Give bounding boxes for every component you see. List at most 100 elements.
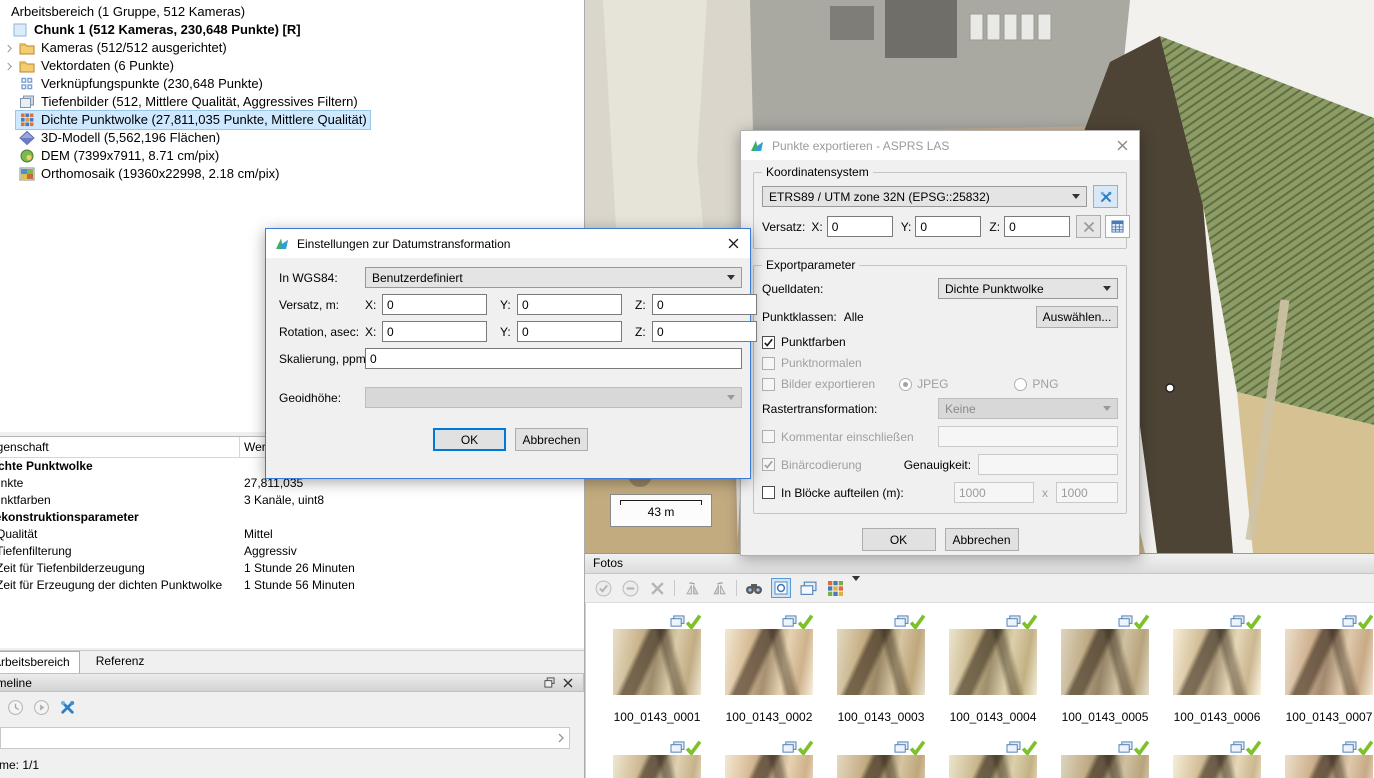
tree-item-tie-points[interactable]: Verknüpfungspunkte (230,648 Punkte) xyxy=(0,75,584,93)
close-icon[interactable] xyxy=(716,229,750,258)
photos-panel-title: Fotos xyxy=(585,554,1374,574)
photo-thumbnail[interactable]: 100_0143_0003 xyxy=(837,603,949,725)
split-blocks-checkbox[interactable] xyxy=(762,486,775,499)
source-data-label: Quelldaten: xyxy=(762,282,823,296)
photo-thumbnail[interactable] xyxy=(1285,729,1374,778)
tree-item-depth-maps[interactable]: Tiefenbilder (512, Mittlere Qualität, Ag… xyxy=(0,93,584,111)
datum-transformation-dialog: Einstellungen zur Datumstransformation I… xyxy=(265,228,751,479)
tab-arbeitsbereich[interactable]: Arbeitsbereich xyxy=(0,651,80,673)
rotation-y-input[interactable] xyxy=(517,321,622,342)
tree-item-cameras[interactable]: Kameras (512/512 ausgerichtet) xyxy=(0,39,584,57)
photo-thumbnail[interactable]: 100_0143_0005 xyxy=(1061,603,1173,725)
depth-map-badge-icon xyxy=(1118,741,1133,754)
close-icon[interactable] xyxy=(1105,131,1139,160)
photo-thumbnail[interactable]: 100_0143_0004 xyxy=(949,603,1061,725)
photo-thumbnail[interactable] xyxy=(1061,729,1173,778)
cancel-button[interactable]: Abbrechen xyxy=(515,428,588,451)
timeline-track[interactable] xyxy=(0,727,570,749)
photo-thumbnail[interactable] xyxy=(725,729,837,778)
chunk-label: Chunk 1 (512 Kameras, 230,648 Punkte) [R… xyxy=(34,21,301,39)
remove-camera-icon xyxy=(647,578,667,598)
view-photos-toggle-icon[interactable] xyxy=(771,578,791,598)
property-row: Zeit für Tiefenbilderzeugung1 Stunde 26 … xyxy=(0,560,584,577)
datum-dialog-titlebar[interactable]: Einstellungen zur Datumstransformation xyxy=(266,229,750,258)
tree-item-orthomosaic[interactable]: Orthomosaik (19360x22998, 2.18 cm/pix) xyxy=(0,165,584,183)
split-separator: x xyxy=(1042,486,1048,500)
crs-settings-button[interactable] xyxy=(1093,185,1118,208)
photo-image xyxy=(1173,629,1261,695)
select-classes-button[interactable]: Auswählen... xyxy=(1036,306,1118,328)
clock-icon xyxy=(6,698,25,717)
offset-z-input[interactable] xyxy=(652,294,757,315)
offset-y-input[interactable] xyxy=(517,294,622,315)
folder-icon xyxy=(19,59,35,73)
crs-select[interactable]: ETRS89 / UTM zone 32N (EPSG::25832) xyxy=(762,186,1087,207)
orthomosaic-icon xyxy=(19,167,35,181)
photo-image xyxy=(1061,629,1149,695)
y-label: Y: xyxy=(500,325,517,339)
tree-item-3d-model[interactable]: 3D-Modell (5,562,196 Flächen) xyxy=(0,129,584,147)
close-panel-icon[interactable] xyxy=(563,678,573,688)
chevron-right-icon[interactable] xyxy=(557,732,565,744)
offset-y-input[interactable] xyxy=(915,216,981,237)
photo-thumbnail[interactable]: 100_0143_0002 xyxy=(725,603,837,725)
include-comment-checkbox xyxy=(762,430,775,443)
point-colors-checkbox[interactable] xyxy=(762,336,775,349)
datum-dialog-title: Einstellungen zur Datumstransformation xyxy=(297,237,716,251)
photo-thumbnail[interactable]: 100_0143_0001 xyxy=(613,603,725,725)
photo-thumbnail[interactable]: 100_0143_0007 xyxy=(1285,603,1374,725)
aligned-check-icon xyxy=(1245,740,1262,755)
wgs84-select[interactable]: Benutzerdefiniert xyxy=(365,267,742,288)
photo-thumbnail[interactable] xyxy=(613,729,725,778)
photo-thumbnail[interactable] xyxy=(1173,729,1285,778)
photo-thumbnail[interactable] xyxy=(949,729,1061,778)
cancel-button[interactable]: Abbrechen xyxy=(945,528,1019,551)
raster-transform-label: Rastertransformation: xyxy=(762,402,877,416)
depth-map-badge-icon xyxy=(894,741,909,754)
offset-x-input[interactable] xyxy=(827,216,893,237)
tree-item-chunk[interactable]: Chunk 1 (512 Kameras, 230,648 Punkte) [R… xyxy=(0,21,584,39)
split-blocks-label: In Blöcke aufteilen (m): xyxy=(781,486,904,500)
details-view-icon[interactable] xyxy=(798,578,818,598)
timeline-settings-icon[interactable] xyxy=(58,698,77,717)
raster-transform-select: Keine xyxy=(938,398,1118,419)
block-width-input xyxy=(954,482,1034,503)
chevron-down-icon xyxy=(1103,286,1111,291)
estimate-offset-button[interactable] xyxy=(1105,215,1130,238)
photo-thumbnail[interactable]: 100_0143_0006 xyxy=(1173,603,1285,725)
chevron-right-icon[interactable] xyxy=(2,41,16,55)
metashape-logo-icon xyxy=(749,139,765,153)
float-panel-icon[interactable] xyxy=(544,677,555,688)
offset-z-input[interactable] xyxy=(1004,216,1070,237)
tree-item-dem[interactable]: DEM (7399x7911, 8.71 cm/pix) xyxy=(0,147,584,165)
tree-item-dense-cloud[interactable]: Dichte Punktwolke (27,811,035 Punkte, Mi… xyxy=(0,111,584,129)
rotate-right-icon xyxy=(709,578,729,598)
tab-referenz[interactable]: Referenz xyxy=(80,651,161,673)
wgs84-value: Benutzerdefiniert xyxy=(372,271,727,285)
rotation-z-input[interactable] xyxy=(652,321,757,342)
dropdown-caret-icon[interactable] xyxy=(852,581,860,595)
property-column-header: Eigenschaft xyxy=(0,437,240,457)
source-data-select[interactable]: Dichte Punktwolke xyxy=(938,278,1118,299)
export-dialog-titlebar[interactable]: Punkte exportieren - ASPRS LAS xyxy=(741,131,1139,160)
png-label: PNG xyxy=(1032,377,1058,391)
ok-button[interactable]: OK xyxy=(433,428,506,451)
dense-point-cloud-icon xyxy=(19,113,35,127)
tree-item-vector-data[interactable]: Vektordaten (6 Punkte) xyxy=(0,57,584,75)
tree-item-workspace-root[interactable]: Arbeitsbereich (1 Gruppe, 512 Kameras) xyxy=(0,3,584,21)
tree-item-label: Orthomosaik (19360x22998, 2.18 cm/pix) xyxy=(41,165,279,183)
dock-tabs: Arbeitsbereich Referenz xyxy=(0,650,584,673)
offset-x-input[interactable] xyxy=(382,294,487,315)
y-label: Y: xyxy=(901,220,912,234)
chevron-right-icon[interactable] xyxy=(2,59,16,73)
photo-label: 100_0143_0003 xyxy=(837,710,925,725)
thumbnail-view-icon[interactable] xyxy=(825,578,845,598)
photo-thumbnail[interactable] xyxy=(837,729,949,778)
filter-photos-icon[interactable] xyxy=(744,578,764,598)
depth-map-badge-icon xyxy=(782,615,797,628)
scaling-input[interactable] xyxy=(365,348,742,369)
metashape-app: { "workspace": { "root_label": "Arbeitsb… xyxy=(0,0,1374,778)
rotation-x-input[interactable] xyxy=(382,321,487,342)
depth-map-badge-icon xyxy=(1006,741,1021,754)
ok-button[interactable]: OK xyxy=(862,528,936,551)
